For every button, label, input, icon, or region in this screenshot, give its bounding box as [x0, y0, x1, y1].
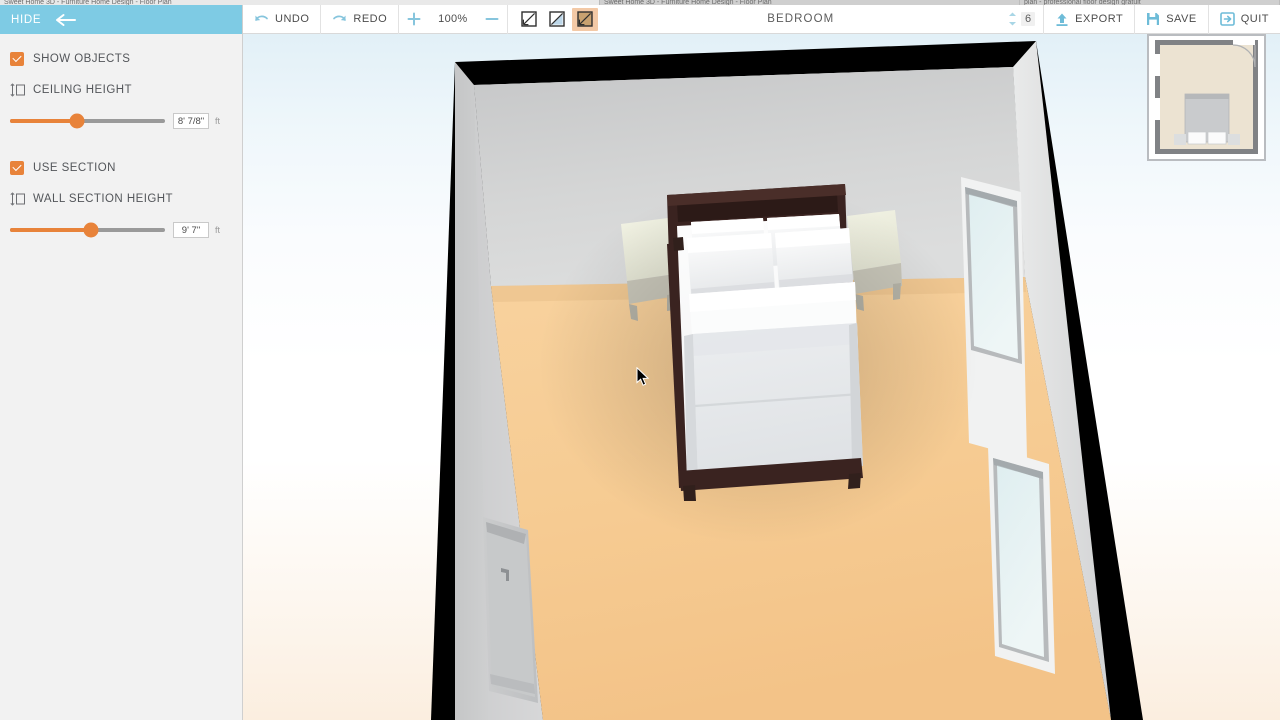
bed-leg	[848, 473, 861, 489]
floor-plan-minimap[interactable]	[1147, 34, 1266, 161]
bed[interactable]	[667, 184, 863, 501]
sidebar-item-show-objects[interactable]: SHOW OBJECTS	[10, 50, 232, 68]
ceiling-height-label: CEILING HEIGHT	[33, 84, 132, 96]
wall-section-height-unit: ft	[215, 225, 221, 235]
level-stepper[interactable]: 6	[1004, 4, 1045, 34]
page-title: BEDROOM	[767, 13, 835, 25]
undo-icon	[255, 15, 268, 21]
view-mode-shaded-icon	[548, 11, 565, 27]
hide-button[interactable]: HIDE	[11, 14, 41, 26]
minus-icon	[485, 18, 499, 20]
bed-leg	[673, 237, 684, 251]
app-root: Sweet Home 3D - Furniture Home Design - …	[0, 0, 1280, 720]
redo-label: REDO	[353, 13, 388, 25]
wall-section-height-slider-thumb[interactable]	[83, 222, 99, 238]
wall-section-height-value[interactable]: 9' 7"	[173, 222, 209, 238]
redo-icon	[333, 15, 347, 21]
export-icon	[1056, 13, 1068, 26]
view-mode-textured-icon	[576, 11, 593, 27]
minimap-bed	[1184, 93, 1230, 145]
ceiling-height-slider[interactable]	[10, 113, 165, 129]
sidebar-header: HIDE	[0, 5, 242, 34]
back-arrow-icon[interactable]	[55, 13, 77, 27]
wall-section-height-slider-row: 9' 7" ft	[10, 217, 232, 243]
redo-button[interactable]: REDO	[321, 4, 400, 34]
window-upper[interactable]	[961, 177, 1027, 459]
toolbar-right-group: 6 EXPORT SAVE QUIT	[1004, 4, 1280, 34]
save-label: SAVE	[1166, 13, 1197, 25]
quit-button[interactable]: QUIT	[1209, 5, 1280, 34]
wall-section-height-slider[interactable]	[10, 222, 165, 238]
top-toolbar: UNDO REDO 100% BEDROOM 6 EXPORT SAVE QUI…	[243, 4, 1280, 34]
height-icon	[10, 192, 25, 206]
export-button[interactable]: EXPORT	[1044, 4, 1136, 34]
pillow-front-right	[775, 228, 853, 290]
zoom-level-label: 100%	[438, 13, 468, 25]
use-section-checkbox[interactable]	[10, 161, 24, 175]
viewport-3d[interactable]	[243, 34, 1280, 720]
save-button[interactable]: SAVE	[1135, 4, 1209, 34]
save-icon	[1147, 13, 1160, 25]
view-mode-wireframe-icon	[520, 11, 537, 27]
ceiling-height-unit: ft	[215, 116, 221, 126]
view-mode-shaded-button[interactable]	[544, 8, 570, 31]
show-objects-label: SHOW OBJECTS	[33, 53, 131, 65]
sidebar-body: SHOW OBJECTS CEILING HEIGHT 8' 7/8" ft U…	[0, 34, 242, 243]
view-mode-group	[508, 7, 598, 31]
undo-button[interactable]: UNDO	[243, 4, 322, 34]
minimap-window	[1155, 54, 1160, 76]
height-icon	[10, 83, 25, 97]
view-mode-textured-button[interactable]	[571, 7, 598, 31]
export-label: EXPORT	[1075, 13, 1124, 25]
ceiling-height-value[interactable]: 8' 7/8"	[173, 113, 209, 129]
ceiling-height-slider-thumb[interactable]	[69, 113, 85, 129]
sidebar-item-wall-section-height: WALL SECTION HEIGHT	[10, 190, 232, 208]
window-lower[interactable]	[988, 446, 1055, 674]
sidebar-item-use-section[interactable]: USE SECTION	[10, 159, 232, 177]
ceiling-height-slider-row: 8' 7/8" ft	[10, 108, 232, 134]
zoom-out-button[interactable]	[477, 5, 507, 34]
use-section-label: USE SECTION	[33, 162, 116, 174]
stepper-arrows-icon[interactable]	[1008, 11, 1017, 27]
bed-leg	[683, 485, 696, 501]
sidebar-item-ceiling-height: CEILING HEIGHT	[10, 81, 232, 99]
zoom-in-button[interactable]	[399, 5, 429, 34]
show-objects-checkbox[interactable]	[10, 52, 24, 66]
left-sidebar: HIDE SHOW OBJECTS CEILING HEIGHT 8' 7/8"…	[0, 5, 243, 720]
undo-label: UNDO	[275, 13, 310, 25]
quit-label: QUIT	[1240, 13, 1269, 25]
minimap-nightstand	[1228, 134, 1240, 145]
level-stepper-value: 6	[1021, 12, 1036, 26]
minimap-window	[1155, 98, 1160, 120]
minimap-nightstand	[1174, 134, 1186, 145]
minimap-svg	[1149, 36, 1264, 159]
plus-icon	[407, 12, 421, 26]
room-3d-render[interactable]	[243, 34, 1280, 720]
quit-icon	[1219, 12, 1235, 26]
wall-section-height-label: WALL SECTION HEIGHT	[33, 193, 173, 205]
view-mode-wireframe-button[interactable]	[516, 8, 542, 31]
